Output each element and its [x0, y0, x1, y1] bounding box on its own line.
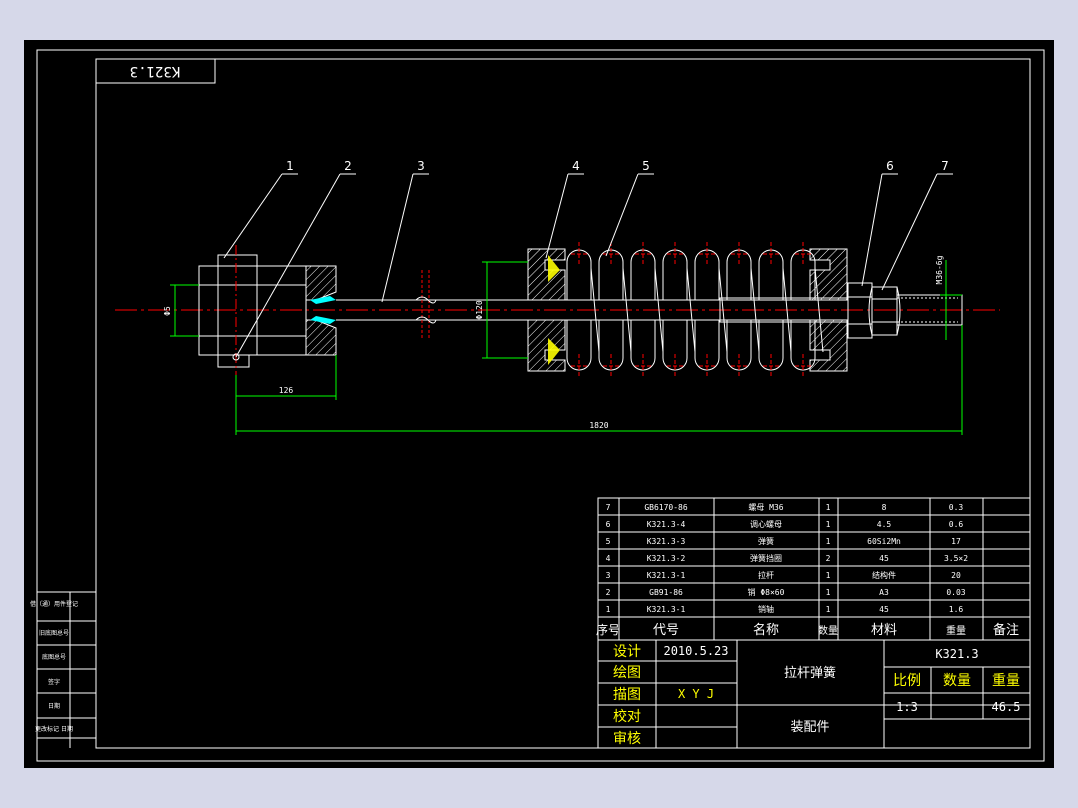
parts-cell-r5-c1: GB91-86 — [649, 588, 683, 597]
parts-cell-r6-c3: 1 — [826, 605, 831, 614]
header-name: 名称 — [753, 622, 779, 638]
dim-offset-text: 126 — [279, 386, 294, 395]
svg-text:1: 1 — [286, 159, 294, 173]
parts-cell-r0-c2: 螺母 M36 — [748, 502, 783, 512]
parts-cell-r2-c0: 5 — [606, 537, 611, 546]
tracer: X Y J — [678, 687, 714, 701]
parts-cell-r5-c0: 2 — [606, 588, 611, 597]
parts-cell-r4-c2: 拉杆 — [758, 570, 774, 580]
parts-cell-r3-c4: 45 — [879, 554, 889, 563]
side-label-3: 签字 — [48, 678, 60, 686]
parts-cell-r0-c1: GB6170-86 — [644, 503, 688, 512]
svg-text:2: 2 — [344, 159, 352, 173]
qty-label: 数量 — [943, 673, 971, 689]
parts-cell-r4-c3: 1 — [826, 571, 831, 580]
parts-cell-r3-c5: 3.5×2 — [944, 554, 968, 563]
role-review: 审核 — [613, 731, 641, 747]
header-material: 材料 — [871, 623, 897, 638]
drawing-code-label: K321.3 — [130, 63, 181, 79]
parts-cell-r5-c5: 0.03 — [946, 588, 965, 597]
side-label-1: 旧底图总号 — [39, 629, 69, 637]
svg-text:3: 3 — [417, 159, 425, 173]
svg-text:5: 5 — [642, 159, 650, 173]
parts-cell-r6-c0: 1 — [606, 605, 611, 614]
parts-cell-r0-c3: 1 — [826, 503, 831, 512]
weight-value: 46.5 — [992, 700, 1021, 714]
header-no: 序号 — [596, 622, 620, 637]
parts-cell-r2-c3: 1 — [826, 537, 831, 546]
parts-cell-r6-c1: K321.3-1 — [647, 605, 686, 614]
parts-cell-r0-c5: 0.3 — [949, 503, 964, 512]
parts-cell-r1-c0: 6 — [606, 520, 611, 529]
side-label-0: 借（通）用件登记 — [30, 600, 78, 608]
spring-seat-left-bottom — [527, 319, 566, 372]
parts-cell-r5-c2: 销 Φ8×60 — [748, 587, 785, 597]
drawing-sheet — [24, 40, 1054, 768]
role-check: 校对 — [613, 708, 641, 725]
part-name: 拉杆弹簧 — [784, 665, 836, 681]
role-tracing: 描图 — [613, 687, 641, 703]
svg-text:4: 4 — [572, 159, 580, 173]
parts-cell-r6-c5: 1.6 — [949, 605, 964, 614]
side-label-2: 底图总号 — [42, 653, 66, 661]
weight-label: 重量 — [992, 673, 1020, 689]
scale-label: 比例 — [893, 673, 921, 689]
dim-pin-dia-text: Φ5 — [163, 306, 172, 316]
side-label-4: 日期 — [48, 702, 60, 710]
header-code: 代号 — [653, 623, 679, 638]
parts-cell-r0-c4: 8 — [882, 503, 887, 512]
parts-cell-r2-c5: 17 — [951, 537, 961, 546]
parts-cell-r1-c2: 调心螺母 — [750, 519, 782, 529]
parts-cell-r0-c0: 7 — [606, 503, 611, 512]
role-drawing: 绘图 — [613, 665, 641, 681]
parts-cell-r1-c3: 1 — [826, 520, 831, 529]
parts-cell-r5-c4: A3 — [879, 588, 889, 597]
doc-type: 装配件 — [790, 720, 829, 735]
parts-cell-r6-c2: 销轴 — [758, 604, 774, 614]
parts-cell-r5-c3: 1 — [826, 588, 831, 597]
parts-cell-r4-c1: K321.3-1 — [647, 571, 686, 580]
parts-cell-r4-c0: 3 — [606, 571, 611, 580]
parts-cell-r2-c4: 60Si2Mn — [867, 537, 901, 546]
parts-cell-r3-c0: 4 — [606, 554, 611, 563]
role-design: 设计 — [613, 644, 641, 660]
cad-drawing-canvas: K321.3 借（通）用件登记 旧底图总号 底图总号 签字 日期 更改标记 日期 — [24, 40, 1054, 768]
header-weight: 重量 — [946, 624, 966, 637]
parts-cell-r6-c4: 45 — [879, 605, 889, 614]
parts-cell-r3-c2: 弹簧挡圈 — [750, 553, 782, 563]
parts-cell-r1-c1: K321.3-4 — [647, 520, 686, 529]
svg-text:6: 6 — [886, 159, 894, 173]
parts-cell-r4-c5: 20 — [951, 571, 961, 580]
header-qty: 数量 — [818, 624, 838, 637]
header-remark: 备注 — [993, 622, 1019, 638]
spring-seat-right-bottom — [809, 319, 848, 372]
dim-spring-seat-text: Φ120 — [475, 300, 484, 319]
parts-cell-r1-c4: 4.5 — [877, 520, 892, 529]
parts-cell-r2-c2: 弹簧 — [758, 536, 774, 546]
svg-text:7: 7 — [941, 159, 949, 173]
title-code: K321.3 — [935, 647, 978, 661]
parts-cell-r4-c4: 结构件 — [872, 570, 896, 580]
design-date: 2010.5.23 — [663, 644, 728, 658]
parts-cell-r3-c1: K321.3-2 — [647, 554, 686, 563]
scale-value: 1:3 — [896, 700, 918, 714]
side-label-5: 更改标记 日期 — [35, 725, 73, 733]
dim-overall-text: 1820 — [589, 421, 608, 430]
parts-cell-r3-c3: 2 — [826, 554, 831, 563]
dim-thread-text: M36-6g — [935, 255, 944, 284]
parts-cell-r2-c1: K321.3-3 — [647, 537, 686, 546]
parts-cell-r1-c5: 0.6 — [949, 520, 964, 529]
